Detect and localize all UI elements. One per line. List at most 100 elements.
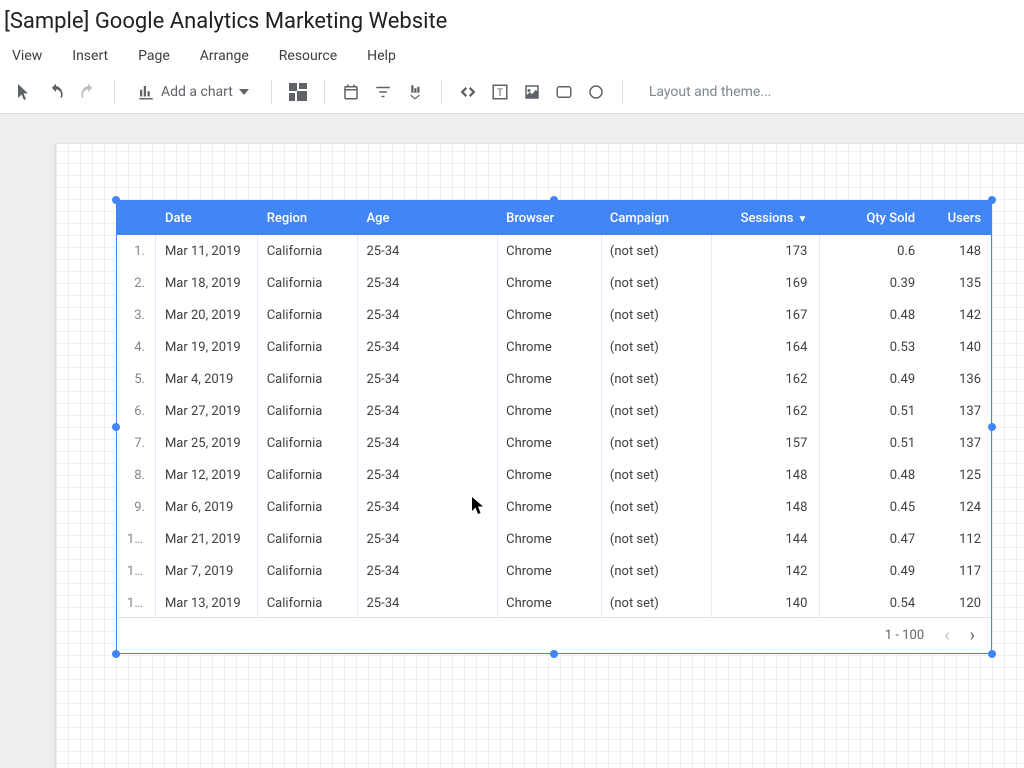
community-visualization-icon[interactable]	[286, 80, 310, 104]
table-row[interactable]: 4.Mar 19, 2019California25-34Chrome(not …	[117, 331, 991, 363]
table-row[interactable]: 7.Mar 25, 2019California25-34Chrome(not …	[117, 427, 991, 459]
cell-age: 25-34	[356, 564, 496, 579]
menu-resource[interactable]: Resource	[275, 46, 341, 66]
table-header: Date Region Age Browser Campaign Session…	[117, 201, 991, 235]
cell-region: California	[257, 340, 357, 355]
row-index: 11.	[117, 564, 155, 579]
cell-campaign: (not set)	[600, 404, 710, 419]
add-chart-button[interactable]: Add a chart	[129, 79, 257, 105]
cell-browser: Chrome	[496, 500, 600, 515]
table-row[interactable]: 9.Mar 6, 2019California25-34Chrome(not s…	[117, 491, 991, 523]
table-row[interactable]: 12.Mar 13, 2019California25-34Chrome(not…	[117, 587, 991, 617]
resize-handle[interactable]	[112, 650, 120, 658]
col-browser[interactable]: Browser	[496, 211, 600, 226]
col-date[interactable]: Date	[155, 211, 257, 226]
row-index: 8.	[117, 468, 155, 483]
cell-date: Mar 21, 2019	[155, 532, 257, 547]
cell-sessions: 167	[710, 308, 818, 323]
table-row[interactable]: 10.Mar 21, 2019California25-34Chrome(not…	[117, 523, 991, 555]
table-row[interactable]: 3.Mar 20, 2019California25-34Chrome(not …	[117, 299, 991, 331]
redo-icon[interactable]	[76, 80, 100, 104]
cell-sessions: 157	[710, 436, 818, 451]
layout-theme-button[interactable]: Layout and theme...	[649, 84, 772, 100]
select-tool-icon[interactable]	[12, 80, 36, 104]
col-region[interactable]: Region	[257, 211, 357, 226]
undo-icon[interactable]	[44, 80, 68, 104]
col-users[interactable]: Users	[925, 211, 991, 226]
resize-handle[interactable]	[988, 196, 996, 204]
cell-users: 140	[925, 340, 991, 355]
cell-region: California	[257, 596, 357, 611]
menu-insert[interactable]: Insert	[68, 46, 112, 66]
pager-next-icon[interactable]: ›	[970, 625, 975, 646]
table-row[interactable]: 8.Mar 12, 2019California25-34Chrome(not …	[117, 459, 991, 491]
col-qty-sold[interactable]: Qty Sold	[817, 211, 925, 226]
cell-campaign: (not set)	[600, 532, 710, 547]
row-index: 12.	[117, 596, 155, 611]
row-index: 1.	[117, 244, 155, 259]
cell-qty-sold: 0.49	[817, 372, 925, 387]
menu-page[interactable]: Page	[134, 46, 174, 66]
resize-handle[interactable]	[550, 650, 558, 658]
table-row[interactable]: 6.Mar 27, 2019California25-34Chrome(not …	[117, 395, 991, 427]
cell-age: 25-34	[356, 468, 496, 483]
col-age[interactable]: Age	[356, 211, 496, 226]
document-title[interactable]: [Sample] Google Analytics Marketing Webs…	[4, 9, 447, 34]
cell-campaign: (not set)	[600, 500, 710, 515]
table-row[interactable]: 5.Mar 4, 2019California25-34Chrome(not s…	[117, 363, 991, 395]
table-row[interactable]: 11.Mar 7, 2019California25-34Chrome(not …	[117, 555, 991, 587]
resize-handle[interactable]	[988, 650, 996, 658]
cell-region: California	[257, 564, 357, 579]
url-embed-icon[interactable]	[456, 80, 480, 104]
cell-browser: Chrome	[496, 596, 600, 611]
image-icon[interactable]	[520, 80, 544, 104]
cell-date: Mar 4, 2019	[155, 372, 257, 387]
resize-handle[interactable]	[550, 196, 558, 204]
resize-handle[interactable]	[112, 196, 120, 204]
text-icon[interactable]: T	[488, 80, 512, 104]
row-index: 4.	[117, 340, 155, 355]
cell-browser: Chrome	[496, 340, 600, 355]
cell-campaign: (not set)	[600, 372, 710, 387]
menu-view[interactable]: View	[8, 46, 46, 66]
table-chart[interactable]: Date Region Age Browser Campaign Session…	[116, 200, 992, 654]
date-range-icon[interactable]	[339, 80, 363, 104]
col-campaign[interactable]: Campaign	[600, 211, 710, 226]
cell-qty-sold: 0.51	[817, 436, 925, 451]
canvas[interactable]: Date Region Age Browser Campaign Session…	[0, 114, 1024, 768]
filter-control-icon[interactable]	[371, 80, 395, 104]
table-footer: 1 - 100 ‹ ›	[117, 617, 991, 653]
cell-campaign: (not set)	[600, 340, 710, 355]
cell-age: 25-34	[356, 244, 496, 259]
col-sessions[interactable]: Sessions▼	[710, 211, 818, 226]
circle-icon[interactable]	[584, 80, 608, 104]
cell-users: 148	[925, 244, 991, 259]
cell-users: 120	[925, 596, 991, 611]
pager-prev-icon[interactable]: ‹	[944, 625, 949, 646]
row-index: 7.	[117, 436, 155, 451]
data-control-icon[interactable]	[403, 80, 427, 104]
menu-help[interactable]: Help	[363, 46, 400, 66]
cell-browser: Chrome	[496, 276, 600, 291]
cell-qty-sold: 0.48	[817, 308, 925, 323]
rectangle-icon[interactable]	[552, 80, 576, 104]
cell-region: California	[257, 436, 357, 451]
cell-age: 25-34	[356, 500, 496, 515]
cell-users: 137	[925, 436, 991, 451]
sort-desc-icon: ▼	[797, 214, 807, 225]
cell-region: California	[257, 532, 357, 547]
bar-chart-icon	[137, 83, 155, 101]
cell-date: Mar 20, 2019	[155, 308, 257, 323]
table-row[interactable]: 1.Mar 11, 2019California25-34Chrome(not …	[117, 235, 991, 267]
cell-browser: Chrome	[496, 404, 600, 419]
cell-sessions: 140	[710, 596, 818, 611]
table-row[interactable]: 2.Mar 18, 2019California25-34Chrome(not …	[117, 267, 991, 299]
cell-sessions: 148	[710, 468, 818, 483]
cell-browser: Chrome	[496, 244, 600, 259]
report-page[interactable]: Date Region Age Browser Campaign Session…	[56, 144, 1024, 768]
cell-region: California	[257, 308, 357, 323]
menu-arrange[interactable]: Arrange	[196, 46, 253, 66]
cell-sessions: 142	[710, 564, 818, 579]
cell-date: Mar 18, 2019	[155, 276, 257, 291]
cell-age: 25-34	[356, 532, 496, 547]
